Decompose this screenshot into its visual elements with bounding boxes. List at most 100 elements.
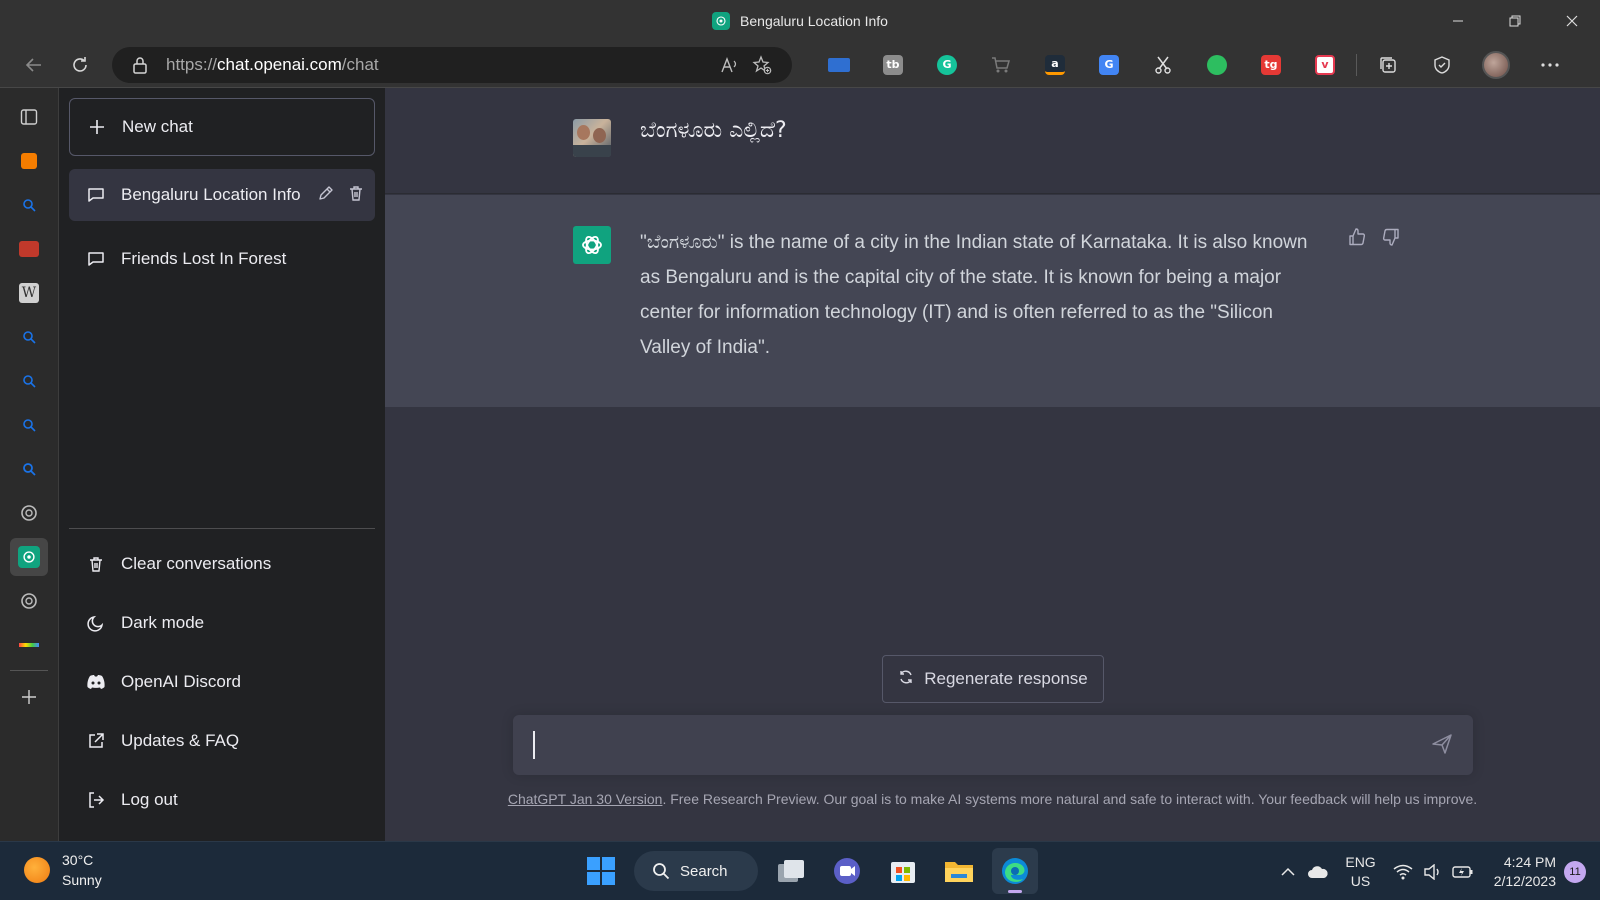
- edge-browser-button[interactable]: [992, 848, 1038, 894]
- thumbs-down-icon[interactable]: [1381, 227, 1401, 252]
- ok-tab-icon[interactable]: [10, 230, 48, 268]
- chat-bubble-icon: [85, 184, 107, 206]
- openai-tab-icon[interactable]: [10, 494, 48, 532]
- log-out-label: Log out: [121, 790, 178, 809]
- search-tab-icon[interactable]: [10, 186, 48, 224]
- search-tab-4-icon[interactable]: [10, 406, 48, 444]
- amazon-extension-icon[interactable]: a: [1028, 47, 1082, 83]
- conversation-item-active[interactable]: Bengaluru Location Info: [69, 169, 375, 221]
- trash-icon: [85, 553, 107, 575]
- store-icon: [891, 862, 915, 883]
- thumbs-up-icon[interactable]: [1347, 227, 1367, 252]
- title-bar: Bengaluru Location Info: [0, 0, 1600, 42]
- url-path: /chat: [341, 54, 379, 74]
- search-tab-2-icon[interactable]: [10, 318, 48, 356]
- new-tab-plus-icon[interactable]: [10, 678, 48, 716]
- volume-icon[interactable]: [1418, 857, 1448, 887]
- microsoft-store-button[interactable]: [880, 848, 926, 894]
- chevron-up-icon[interactable]: [1273, 857, 1303, 887]
- refresh-icon: [898, 669, 914, 690]
- system-clock[interactable]: 4:24 PM 2/12/2023: [1494, 853, 1556, 891]
- chatgpt-favicon-icon: [712, 12, 731, 30]
- updates-faq-link[interactable]: Updates & FAQ: [69, 717, 375, 765]
- task-view-button[interactable]: [768, 848, 814, 894]
- chatgpt-active-tab-icon[interactable]: [10, 538, 48, 576]
- weather-temperature: 30°C: [62, 852, 94, 868]
- url-text[interactable]: https://chat.openai.com/chat: [166, 55, 714, 75]
- openai-tab-2-icon[interactable]: [10, 582, 48, 620]
- evernote-extension-icon[interactable]: [1190, 47, 1244, 83]
- taskbar-search[interactable]: Search: [634, 851, 758, 891]
- read-aloud-icon[interactable]: [714, 51, 746, 79]
- delete-trash-icon[interactable]: [347, 184, 365, 207]
- sidebar-divider: [10, 670, 48, 671]
- scissors-extension-icon[interactable]: [1136, 47, 1190, 83]
- add-favorite-icon[interactable]: [746, 51, 778, 79]
- vertical-tabs-icon[interactable]: [10, 98, 48, 136]
- more-menu-icon[interactable]: [1523, 47, 1577, 83]
- regenerate-response-button[interactable]: Regenerate response: [882, 655, 1104, 703]
- grammarly-extension-icon[interactable]: G: [920, 47, 974, 83]
- teams-chat-button[interactable]: [824, 848, 870, 894]
- toolbar-separator: [1356, 53, 1357, 76]
- dark-mode-button[interactable]: Dark mode: [69, 599, 375, 647]
- wikipedia-tab-icon[interactable]: W: [10, 274, 48, 312]
- address-bar[interactable]: https://chat.openai.com/chat: [112, 46, 792, 83]
- minimize-button[interactable]: [1429, 0, 1486, 42]
- battery-charging-icon[interactable]: [1448, 857, 1478, 887]
- google-translate-extension-icon[interactable]: G: [1082, 47, 1136, 83]
- back-button[interactable]: [14, 47, 54, 83]
- task-view-icon: [778, 860, 804, 882]
- profile-avatar[interactable]: [1469, 47, 1523, 83]
- keyboard-layout: US: [1350, 872, 1371, 889]
- collections-icon[interactable]: [1361, 47, 1415, 83]
- search-tab-3-icon[interactable]: [10, 362, 48, 400]
- reload-icon: [73, 56, 87, 72]
- assistant-message-text: "ಬೆಂಗಳೂರು" is the name of a city in the …: [640, 232, 1308, 358]
- folder-icon: [945, 862, 973, 882]
- onedrive-cloud-icon[interactable]: [1303, 857, 1333, 887]
- openai-discord-link[interactable]: OpenAI Discord: [69, 658, 375, 706]
- url-scheme: https://: [166, 54, 218, 74]
- reload-button[interactable]: [60, 47, 100, 83]
- browser-essentials-icon[interactable]: [1415, 47, 1469, 83]
- message-composer[interactable]: [513, 715, 1473, 775]
- version-link[interactable]: ChatGPT Jan 30 Version: [508, 791, 663, 807]
- blogger-tab-icon[interactable]: [10, 142, 48, 180]
- weather-description: Sunny: [62, 872, 102, 888]
- assistant-message-row: "ಬೆಂಗಳೂರು" is the name of a city in the …: [385, 195, 1600, 407]
- weather-widget[interactable]: 30°C Sunny: [24, 850, 102, 890]
- send-icon[interactable]: [1431, 733, 1455, 757]
- color-bar-tab-icon[interactable]: [10, 626, 48, 664]
- conversation-item[interactable]: Friends Lost In Forest: [69, 233, 375, 285]
- clock-date: 2/12/2023: [1493, 872, 1556, 889]
- updates-faq-label: Updates & FAQ: [121, 731, 240, 750]
- keyboard-extension-icon[interactable]: [812, 47, 866, 83]
- back-arrow-icon: [25, 57, 41, 72]
- pocket-extension-icon[interactable]: v: [1298, 47, 1352, 83]
- new-chat-label: New chat: [122, 117, 193, 136]
- footer-disclaimer: ChatGPT Jan 30 Version. Free Research Pr…: [385, 791, 1600, 807]
- file-explorer-button[interactable]: [936, 848, 982, 894]
- dark-mode-label: Dark mode: [121, 613, 205, 632]
- notification-badge[interactable]: 11: [1564, 860, 1586, 883]
- edge-icon: [1002, 858, 1028, 884]
- input-language-indicator[interactable]: ENG US: [1345, 853, 1375, 891]
- message-input[interactable]: [537, 725, 1397, 765]
- tg-extension-icon[interactable]: tg: [1244, 47, 1298, 83]
- search-tab-5-icon[interactable]: [10, 450, 48, 488]
- window-title-text: Bengaluru Location Info: [740, 13, 888, 29]
- restore-button[interactable]: [1486, 0, 1543, 42]
- cart-extension-icon[interactable]: [974, 47, 1028, 83]
- edit-pencil-icon[interactable]: [317, 184, 335, 207]
- clear-conversations-button[interactable]: Clear conversations: [69, 540, 375, 588]
- wifi-icon[interactable]: [1388, 857, 1418, 887]
- edge-sidebar: W: [0, 88, 59, 841]
- new-chat-button[interactable]: New chat: [69, 98, 375, 156]
- close-window-button[interactable]: [1543, 0, 1600, 42]
- log-out-button[interactable]: Log out: [69, 776, 375, 824]
- teams-chat-icon: [834, 858, 860, 884]
- toolbox-extension-icon[interactable]: tb: [866, 47, 920, 83]
- start-button[interactable]: [578, 848, 624, 894]
- chat-bubble-icon: [85, 248, 107, 270]
